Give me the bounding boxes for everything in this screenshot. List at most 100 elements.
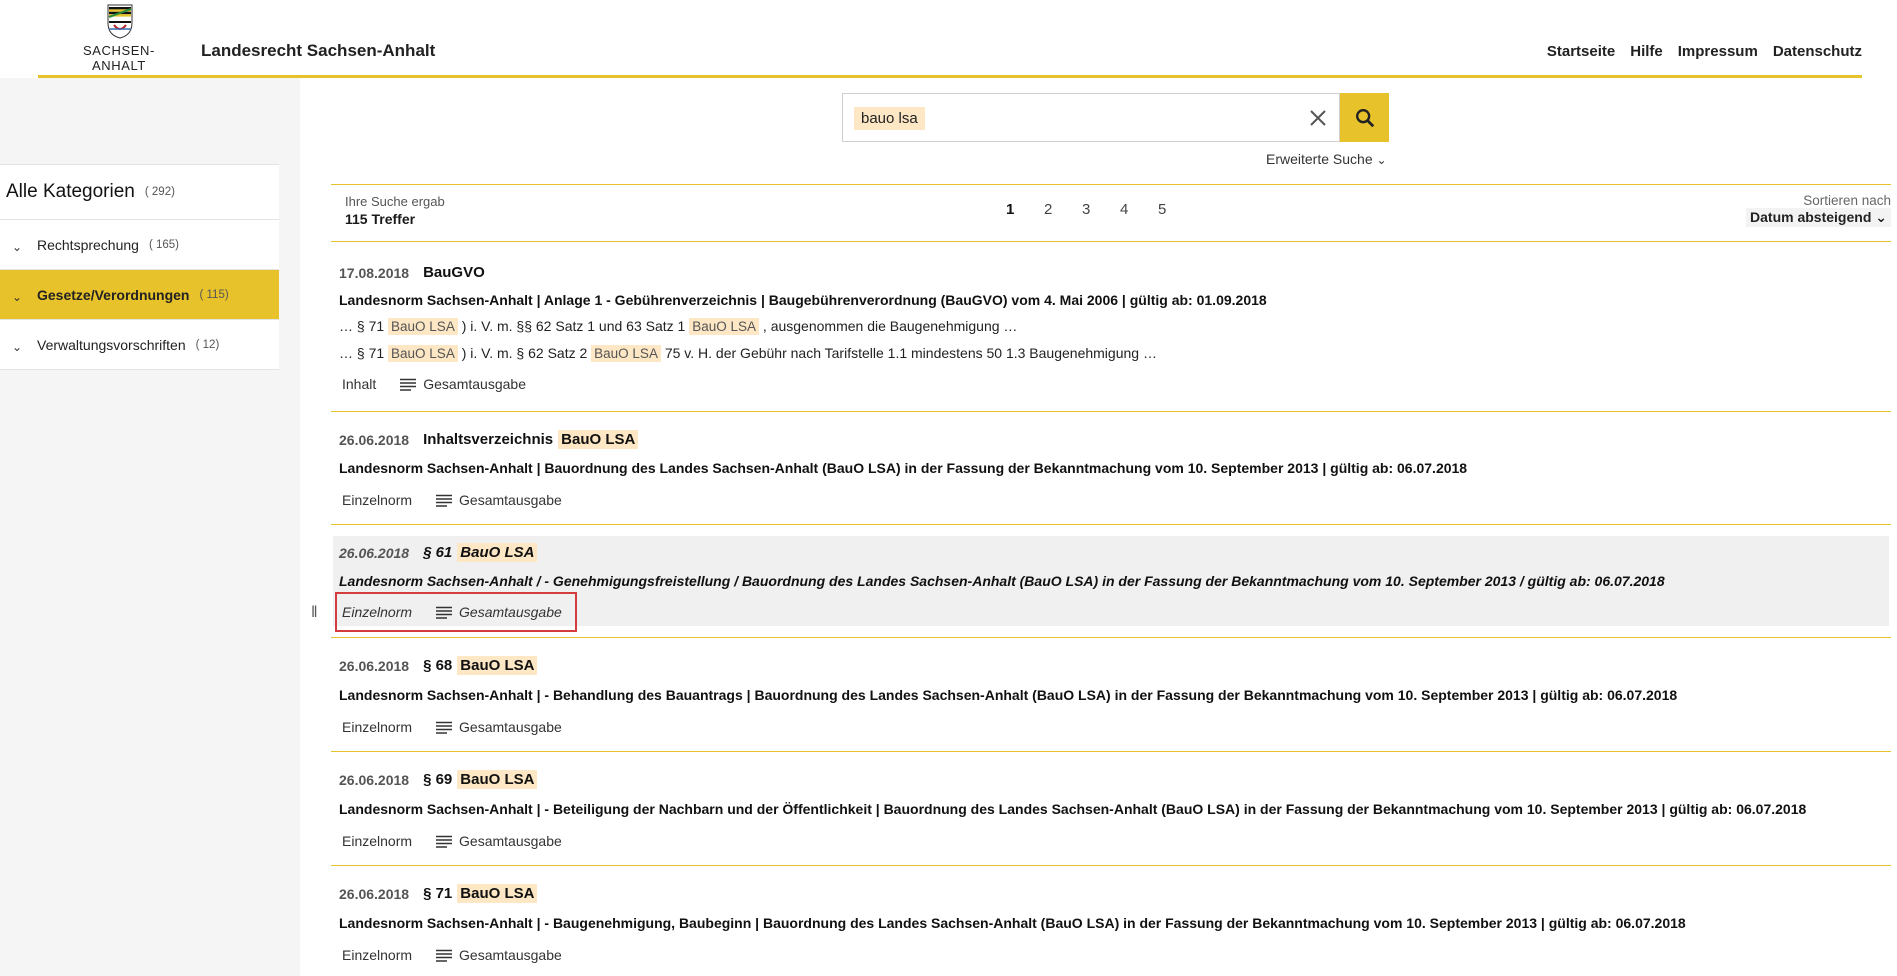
category-label: Rechtsprechung — [37, 236, 139, 253]
sort-value[interactable]: Datum absteigend ⌄ — [1746, 208, 1891, 227]
result-subtitle[interactable]: Landesnorm Sachsen-Anhalt | - Behandlung… — [339, 687, 1677, 703]
splitter-handle-icon[interactable]: ‖ — [311, 604, 318, 622]
category-verwaltungsvorschriften[interactable]: ⌄ Verwaltungsvorschriften ( 12) — [0, 320, 279, 370]
einzelnorm-link[interactable]: Einzelnorm — [342, 492, 412, 508]
chevron-down-icon: ⌄ — [12, 289, 23, 304]
result-actions: Einzelnorm Gesamtausgabe — [342, 833, 562, 849]
snippet-highlight: BauO LSA — [388, 345, 458, 362]
result-item: 26.06.2018 § 71 BauO LSA Landesnorm Sach… — [331, 866, 1891, 976]
result-item: 26.06.2018 § 68 BauO LSA Landesnorm Sach… — [331, 638, 1891, 752]
gesamtausgabe-link[interactable]: Gesamtausgabe — [436, 947, 562, 963]
sort-value-text: Datum absteigend — [1750, 209, 1872, 225]
category-rechtsprechung[interactable]: ⌄ Rechtsprechung ( 165) — [0, 220, 279, 270]
lines-icon — [436, 494, 453, 507]
gesamtausgabe-label: Gesamtausgabe — [459, 833, 562, 849]
result-subtitle[interactable]: Landesnorm Sachsen-Anhalt | Anlage 1 - G… — [339, 292, 1267, 308]
sort-control[interactable]: Sortieren nach Datum absteigend ⌄ — [1746, 193, 1891, 227]
result-date: 17.08.2018 — [339, 264, 410, 281]
nav-startseite[interactable]: Startseite — [1547, 43, 1615, 60]
result-heading[interactable]: 26.06.2018 § 68 BauO LSA — [339, 656, 538, 675]
result-date: 26.06.2018 — [339, 431, 410, 448]
result-heading[interactable]: 17.08.2018 BauGVO — [339, 264, 485, 281]
results-label: Ihre Suche ergab — [345, 194, 445, 209]
advanced-search-toggle[interactable]: Erweiterte Suche ⌄ — [1266, 151, 1387, 167]
results-count: 115 Treffer — [345, 211, 416, 227]
einzelnorm-link[interactable]: Einzelnorm — [342, 719, 412, 735]
search-input[interactable]: bauo lsa — [842, 93, 1340, 142]
clear-icon[interactable] — [1306, 106, 1330, 130]
nav-impressum[interactable]: Impressum — [1678, 43, 1758, 60]
result-heading[interactable]: 26.06.2018 § 61 BauO LSA — [339, 543, 538, 562]
result-date: 26.06.2018 — [339, 885, 410, 902]
result-title: Inhaltsverzeichnis — [423, 431, 554, 448]
result-subtitle[interactable]: Landesnorm Sachsen-Anhalt / - Genehmigun… — [339, 573, 1665, 589]
page-5[interactable]: 5 — [1158, 201, 1196, 218]
result-title: § 71 — [423, 885, 453, 902]
result-date: 26.06.2018 — [339, 544, 410, 561]
category-label: Verwaltungsvorschriften — [37, 336, 186, 353]
result-item: 17.08.2018 BauGVO Landesnorm Sachsen-Anh… — [331, 242, 1891, 412]
site-title[interactable]: Landesrecht Sachsen-Anhalt — [201, 41, 435, 61]
category-gesetze-verordnungen[interactable]: ⌄ Gesetze/Verordnungen ( 115) — [0, 270, 279, 320]
gesamtausgabe-link[interactable]: Gesamtausgabe — [436, 833, 562, 849]
nav-hilfe[interactable]: Hilfe — [1630, 43, 1663, 60]
result-actions: Einzelnorm Gesamtausgabe — [342, 947, 562, 963]
pagination: 1 2 3 4 5 — [1006, 201, 1196, 218]
snippet-text: ) i. V. m. §§ 62 Satz 1 und 63 Satz 1 — [461, 318, 686, 334]
gesamtausgabe-label: Gesamtausgabe — [459, 947, 562, 963]
gesamtausgabe-label: Gesamtausgabe — [423, 376, 526, 392]
result-subtitle[interactable]: Landesnorm Sachsen-Anhalt | Bauordnung d… — [339, 460, 1467, 476]
sort-label: Sortieren nach — [1803, 193, 1891, 208]
gesamtausgabe-link[interactable]: Gesamtausgabe — [400, 376, 526, 392]
result-date: 26.06.2018 — [339, 657, 410, 674]
page-4[interactable]: 4 — [1120, 201, 1158, 218]
page-1[interactable]: 1 — [1006, 201, 1044, 218]
search-query-chip[interactable]: bauo lsa — [854, 107, 925, 130]
snippet-highlight: BauO LSA — [591, 345, 661, 362]
snippet-text: … § 71 — [339, 318, 385, 334]
snippet-highlight: BauO LSA — [388, 318, 458, 335]
nav-datenschutz[interactable]: Datenschutz — [1773, 43, 1862, 60]
gesamtausgabe-label: Gesamtausgabe — [459, 492, 562, 508]
chevron-down-icon: ⌄ — [1376, 153, 1387, 167]
snippet-text: ) i. V. m. § 62 Satz 2 — [461, 345, 588, 361]
site-header: SACHSEN-ANHALT Landesrecht Sachsen-Anhal… — [38, 0, 1862, 78]
result-heading[interactable]: 26.06.2018 § 69 BauO LSA — [339, 770, 538, 789]
result-heading[interactable]: 26.06.2018 § 71 BauO LSA — [339, 884, 538, 903]
result-date: 26.06.2018 — [339, 771, 410, 788]
result-title-highlight: BauO LSA — [457, 884, 538, 903]
category-count: ( 12) — [195, 338, 220, 351]
advanced-search-label: Erweiterte Suche — [1266, 151, 1373, 167]
result-subtitle[interactable]: Landesnorm Sachsen-Anhalt | - Baugenehmi… — [339, 915, 1686, 931]
result-item-hover: 26.06.2018 § 61 BauO LSA Landesnorm Sach… — [333, 536, 1889, 632]
snippet-highlight: BauO LSA — [689, 318, 760, 335]
result-subtitle[interactable]: Landesnorm Sachsen-Anhalt | - Beteiligun… — [339, 801, 1806, 817]
result-title-highlight: BauO LSA — [457, 656, 538, 675]
result-title-highlight: BauO LSA — [457, 543, 538, 562]
result-heading[interactable]: 26.06.2018 Inhaltsverzeichnis BauO LSA — [339, 430, 639, 449]
lines-icon — [400, 378, 417, 391]
result-title: § 69 — [423, 771, 453, 788]
category-count: ( 115) — [199, 288, 229, 301]
page-2[interactable]: 2 — [1044, 201, 1082, 218]
gesamtausgabe-link[interactable]: Gesamtausgabe — [436, 492, 562, 508]
result-title: § 68 — [423, 657, 453, 674]
gesamtausgabe-link[interactable]: Gesamtausgabe — [436, 719, 562, 735]
inhalt-link[interactable]: Inhalt — [342, 376, 376, 392]
result-title: § 61 — [423, 544, 453, 561]
sachsen-anhalt-logo[interactable]: SACHSEN-ANHALT — [58, 3, 180, 76]
crest-icon — [107, 4, 133, 39]
result-snippet: … § 71 BauO LSA ) i. V. m. §§ 62 Satz 1 … — [339, 318, 1017, 335]
einzelnorm-link[interactable]: Einzelnorm — [342, 833, 412, 849]
page-3[interactable]: 3 — [1082, 201, 1120, 218]
chevron-down-icon: ⌄ — [12, 239, 23, 254]
result-item: 26.06.2018 Inhaltsverzeichnis BauO LSA L… — [331, 412, 1891, 525]
einzelnorm-link[interactable]: Einzelnorm — [342, 947, 412, 963]
chevron-down-icon: ⌄ — [12, 339, 23, 354]
snippet-text: 75 v. H. der Gebühr nach Tarifstelle 1.1… — [664, 345, 1157, 361]
result-item: 26.06.2018 § 61 BauO LSA Landesnorm Sach… — [331, 525, 1891, 638]
category-all[interactable]: Alle Kategorien ( 292) — [0, 165, 279, 220]
lines-icon — [436, 721, 453, 734]
search-button[interactable] — [1340, 93, 1389, 142]
result-item: 26.06.2018 § 69 BauO LSA Landesnorm Sach… — [331, 752, 1891, 866]
